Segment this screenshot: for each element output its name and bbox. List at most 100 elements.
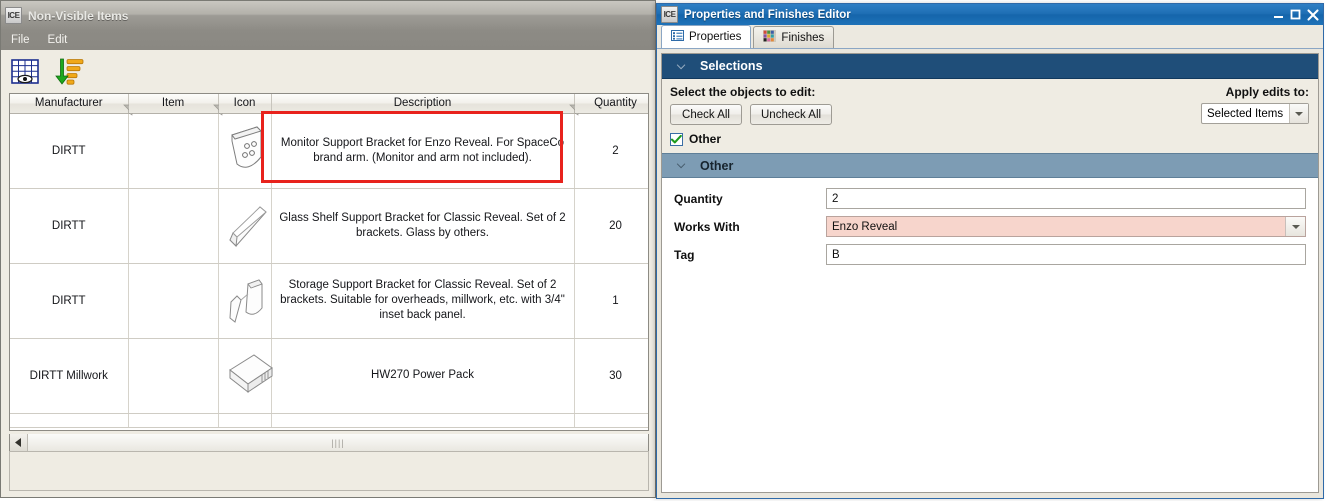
cell-empty [271, 413, 575, 428]
tab-properties[interactable]: Properties [661, 25, 752, 48]
scroll-left-arrow-icon[interactable] [10, 434, 28, 451]
color-swatches-icon [763, 30, 777, 45]
chevron-down-icon[interactable] [1285, 217, 1305, 236]
cell-empty [10, 413, 129, 428]
field-row-quantity: Quantity 2 [674, 188, 1306, 209]
cell-item [128, 263, 219, 339]
column-header-quantity[interactable]: Quantity [574, 94, 648, 114]
tab-label: Finishes [781, 31, 825, 44]
column-label: Description [393, 97, 452, 110]
horizontal-scrollbar[interactable]: |||| [9, 434, 649, 452]
scrollbar-thumb[interactable]: |||| [28, 434, 648, 451]
non-visible-items-window: ICE Non-Visible Items File Edit Manufact… [0, 0, 656, 498]
menu-item-file[interactable]: File [9, 33, 32, 47]
chevron-down-icon[interactable] [1289, 104, 1308, 123]
cell-quantity: 20 [574, 188, 648, 264]
app-icon: ICE [661, 6, 678, 23]
column-label: Quantity [594, 97, 637, 110]
window-title: Properties and Finishes Editor [684, 8, 851, 21]
cell-description: Monitor Support Bracket for Enzo Reveal.… [271, 113, 575, 189]
other-section-header[interactable]: ⌵ Other [662, 153, 1318, 178]
sort-descending-icon[interactable] [53, 55, 87, 89]
cell-manufacturer: DIRTT [10, 113, 129, 189]
works-with-value: Enzo Reveal [832, 220, 898, 233]
selections-section-body: Select the objects to edit: Apply edits … [662, 79, 1318, 153]
cell-quantity: 30 [574, 338, 648, 414]
monitor-support-bracket-icon [218, 113, 272, 189]
column-label: Icon [233, 97, 256, 110]
column-header-manufacturer[interactable]: Manufacturer [10, 94, 138, 116]
glass-shelf-support-bracket-icon [218, 188, 272, 264]
checkbox-other[interactable] [670, 132, 683, 146]
works-with-combo[interactable]: Enzo Reveal [826, 216, 1306, 237]
maximize-button[interactable] [1287, 7, 1304, 23]
table-header-row: Manufacturer Item Icon Description Quant… [10, 94, 648, 116]
items-table: Manufacturer Item Icon Description Quant… [10, 94, 648, 428]
column-header-item[interactable]: Item [128, 94, 228, 116]
show-non-visible-items-icon[interactable] [9, 55, 43, 89]
list-icon [671, 30, 684, 44]
selections-section-header[interactable]: ⌵ Selections [662, 54, 1318, 79]
column-label: Item [161, 97, 185, 110]
table-row[interactable]: DIRTT Glass Shelf Support Bracket for Cl… [10, 188, 648, 264]
scrollbar-grip-icon: |||| [331, 437, 345, 448]
field-row-works-with: Works With Enzo Reveal [674, 216, 1306, 237]
apply-edits-select[interactable]: Selected Items [1201, 103, 1309, 124]
non-visible-items-titlebar: ICE Non-Visible Items [1, 1, 655, 30]
section-title: Selections [700, 59, 763, 73]
storage-support-bracket-icon [218, 263, 272, 339]
power-pack-icon [218, 338, 273, 414]
minimize-button[interactable] [1270, 7, 1287, 23]
cell-item [128, 338, 219, 414]
non-visible-items-grid[interactable]: Manufacturer Item Icon Description Quant… [9, 93, 649, 431]
tag-label: Tag [674, 247, 695, 262]
editor-body: ⌵ Selections Select the objects to edit:… [661, 53, 1319, 493]
table-row[interactable]: DIRTT Millwork HW270 Power Pack 30 [10, 338, 648, 414]
table-row-empty[interactable] [10, 413, 648, 428]
window-title: Non-Visible Items [28, 8, 129, 23]
apply-edits-group: Apply edits to: Selected Items [1201, 85, 1309, 124]
cell-empty [128, 413, 219, 428]
cell-item [128, 113, 219, 189]
chevron-down-icon[interactable]: ⌵ [662, 159, 700, 172]
cell-quantity: 1 [574, 263, 648, 339]
status-area [9, 451, 649, 491]
cell-empty [574, 413, 648, 428]
other-checkbox-row[interactable]: Other [670, 132, 1310, 146]
column-label: Manufacturer [34, 97, 103, 110]
properties-and-finishes-editor-window: ICE Properties and Finishes Editor Prope… [656, 3, 1324, 499]
table-row[interactable]: DIRTT Storage Support Bracket for Classi… [10, 263, 648, 339]
cell-manufacturer: DIRTT [10, 263, 129, 339]
section-title: Other [700, 158, 734, 173]
chevron-down-icon[interactable]: ⌵ [662, 60, 700, 73]
cell-item [128, 188, 219, 264]
other-properties-form: Quantity 2 Works With Enzo Reveal Tag B [662, 178, 1318, 265]
tag-input[interactable]: B [826, 244, 1306, 265]
cell-description: HW270 Power Pack [271, 338, 575, 414]
apply-edits-value: Selected Items [1207, 107, 1284, 120]
quantity-input[interactable]: 2 [826, 188, 1306, 209]
column-header-description[interactable]: Description [271, 94, 584, 116]
app-icon: ICE [5, 7, 22, 24]
column-header-icon[interactable]: Icon [218, 94, 272, 114]
menu-item-edit[interactable]: Edit [46, 33, 70, 47]
check-all-button[interactable]: Check All [670, 104, 742, 125]
toolbar [1, 50, 655, 94]
cell-description: Storage Support Bracket for Classic Reve… [271, 263, 575, 339]
cell-manufacturer: DIRTT [10, 188, 129, 264]
apply-edits-label: Apply edits to: [1225, 85, 1309, 99]
cell-manufacturer: DIRTT Millwork [10, 338, 129, 414]
works-with-label: Works With [674, 219, 740, 234]
editor-titlebar: ICE Properties and Finishes Editor [657, 4, 1323, 25]
quantity-label: Quantity [674, 191, 723, 206]
cell-description: Glass Shelf Support Bracket for Classic … [271, 188, 575, 264]
menu-bar: File Edit [1, 30, 655, 50]
tab-label: Properties [689, 31, 742, 43]
checkbox-other-label: Other [689, 132, 722, 146]
tab-finishes[interactable]: Finishes [753, 26, 835, 48]
table-row[interactable]: DIRTT Monitor Support Bracket for Enzo R… [10, 113, 648, 189]
cell-empty [218, 413, 272, 428]
field-row-tag: Tag B [674, 244, 1306, 265]
close-button[interactable] [1304, 7, 1321, 23]
uncheck-all-button[interactable]: Uncheck All [750, 104, 833, 125]
